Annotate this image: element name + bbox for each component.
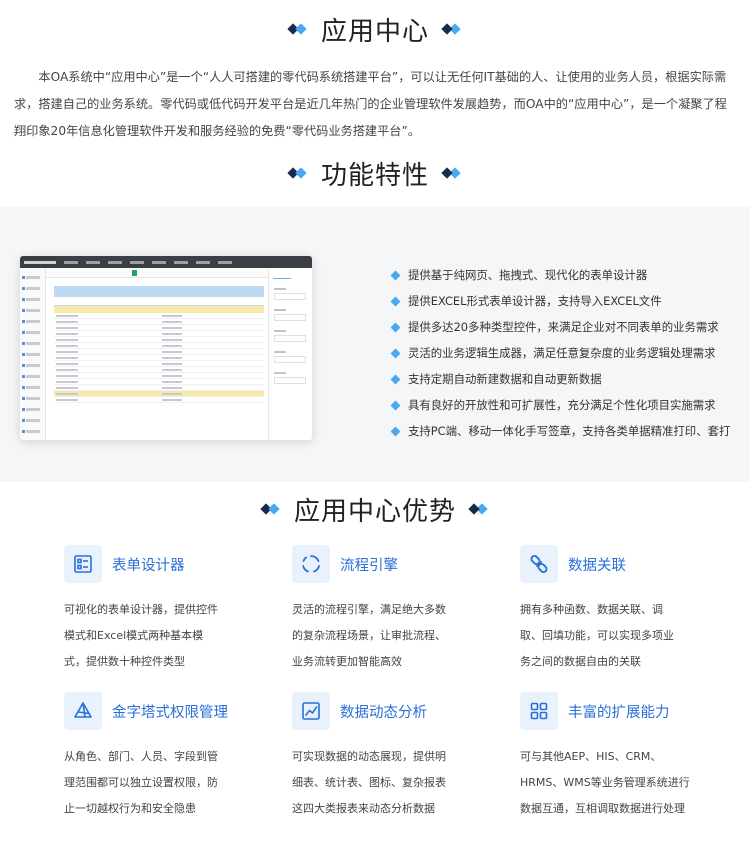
feature-item: 提供基于纯网页、拖拽式、现代化的表单设计器 [390,262,730,288]
advantage-description: 可实现数据的动态展现，提供明细表、统计表、图标、复杂报表这四大类报表来动态分析数… [292,750,446,815]
feature-item: 提供EXCEL形式表单设计器，支持导入EXCEL文件 [390,288,730,314]
advantage-card-data-analysis: 数据动态分析 可实现数据的动态展现，提供明细表、统计表、图标、复杂报表这四大类报… [292,692,482,822]
extension-icon [520,692,558,730]
mock-spreadsheet [54,280,264,432]
diamond-right-icon [441,167,461,179]
diamond-bullet-icon [390,374,401,384]
diamond-bullet-icon [390,296,401,306]
feature-item: 支持PC端、移动一体化手写签章，支持各类单据精准打印、套打 [390,418,730,444]
flow-engine-icon [292,545,330,583]
diamond-right-icon [468,503,488,515]
section-title-advantages: 应用中心优势 [0,491,750,527]
diamond-bullet-icon [390,322,401,332]
mock-toolbar [46,268,268,278]
mock-properties-panel [268,268,312,440]
diamond-bullet-icon [390,400,401,410]
advantage-title: 表单设计器 [112,557,185,574]
advantage-description: 可视化的表单设计器，提供控件模式和Excel模式两种基本模式，提供数十种控件类型 [64,603,218,668]
form-designer-screenshot [20,256,312,440]
advantage-title: 数据动态分析 [340,704,427,721]
diamond-left-icon [287,23,307,35]
diamond-bullet-icon [390,348,401,358]
diamond-left-icon [287,167,307,179]
advantage-card-flow-engine: 流程引擎 灵活的流程引擎，满足绝大多数的复杂流程场景，让审批流程、业务流转更加智… [292,545,482,675]
section-title-features: 功能特性 [0,155,750,191]
advantage-description: 拥有多种函数、数据关联、调取、回填功能，可以实现多项业务之间的数据自由的关联 [520,603,674,668]
diamond-left-icon [260,503,280,515]
page-title: 应用中心 [320,16,429,47]
advantage-title: 金字塔式权限管理 [112,704,228,721]
advantage-description: 灵活的流程引擎，满足绝大多数的复杂流程场景，让审批流程、业务流转更加智能高效 [292,603,446,668]
feature-list: 提供基于纯网页、拖拽式、现代化的表单设计器 提供EXCEL形式表单设计器，支持导… [390,262,730,444]
data-analysis-icon [292,692,330,730]
advantage-card-data-link: 数据关联 拥有多种函数、数据关联、调取、回填功能，可以实现多项业务之间的数据自由… [520,545,710,675]
feature-item: 灵活的业务逻辑生成器，满足任意复杂度的业务逻辑处理需求 [390,340,730,366]
pyramid-permission-icon [64,692,102,730]
mock-titlebar [20,256,312,268]
features-title: 功能特性 [320,160,429,191]
advantage-title: 数据关联 [568,557,626,574]
diamond-bullet-icon [390,270,401,280]
diamond-bullet-icon [390,426,401,436]
advantage-description: 可与其他AEP、HIS、CRM、HRMS、WMS等业务管理系统进行数据互通，互相… [520,750,690,815]
diamond-right-icon [441,23,461,35]
mock-sidebar [20,268,46,440]
feature-item: 提供多达20多种类型控件，来满足企业对不同表单的业务需求 [390,314,730,340]
section-app-center: 应用中心 [0,10,750,48]
advantage-description: 从角色、部门、人员、字段到管理范围都可以独立设置权限，防止一切越权行为和安全隐患 [64,750,218,815]
feature-item: 具有良好的开放性和可扩展性，充分满足个性化项目实施需求 [390,392,730,418]
advantage-card-form-designer: 表单设计器 可视化的表单设计器，提供控件模式和Excel模式两种基本模式，提供数… [64,545,254,675]
advantage-card-extension: 丰富的扩展能力 可与其他AEP、HIS、CRM、HRMS、WMS等业务管理系统进… [520,692,710,822]
section-title-app-center: 应用中心 [0,10,750,48]
advantage-title: 丰富的扩展能力 [568,704,670,721]
advantage-card-permission: 金字塔式权限管理 从角色、部门、人员、字段到管理范围都可以独立设置权限，防止一切… [64,692,254,822]
advantage-title: 流程引擎 [340,557,398,574]
intro-paragraph: 本OA系统中“应用中心”是一个“人人可搭建的零代码系统搭建平台”，可以让无任何I… [14,70,727,138]
advantages-title: 应用中心优势 [293,496,456,527]
feature-item: 支持定期自动新建数据和自动更新数据 [390,366,730,392]
form-designer-icon [64,545,102,583]
features-band: 提供基于纯网页、拖拽式、现代化的表单设计器 提供EXCEL形式表单设计器，支持导… [0,207,750,482]
data-link-icon [520,545,558,583]
